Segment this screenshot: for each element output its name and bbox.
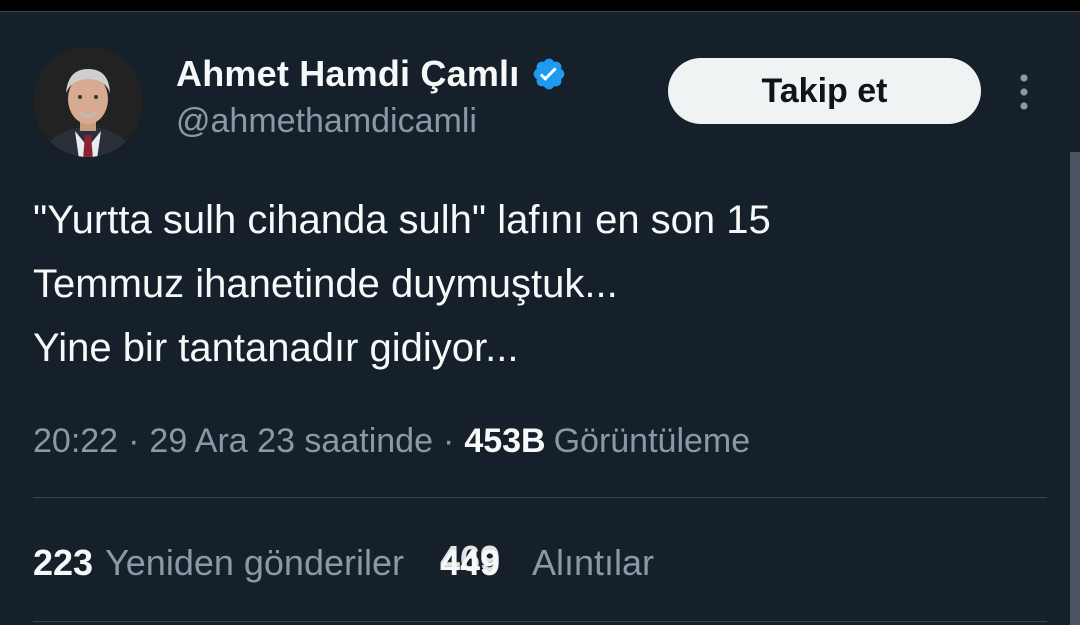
tweet-time[interactable]: 20:22: [33, 422, 118, 461]
reposts-count: 223: [33, 542, 94, 583]
divider: [33, 497, 1047, 498]
follow-button[interactable]: Takip et: [668, 58, 981, 124]
author-handle[interactable]: @ahmethamdicamli: [176, 102, 477, 141]
tweet-line: "Yurtta sulh cihanda sulh" lafını en son…: [33, 198, 771, 242]
reposts-stat[interactable]: 223 Yeniden gönderiler: [33, 542, 404, 584]
author-avatar[interactable]: [33, 47, 143, 157]
engagement-stats: 223 Yeniden gönderiler 469 449 Alıntılar: [33, 536, 654, 590]
bottom-divider: [33, 621, 1047, 622]
tweet-line: Yine bir tantanadır gidiyor...: [33, 326, 519, 370]
tweet-date[interactable]: 29 Ara 23 saatinde: [149, 422, 433, 461]
meta-separator: ·: [442, 421, 455, 460]
author-display-name[interactable]: Ahmet Hamdi Çamlı: [176, 53, 519, 95]
scrollbar[interactable]: [1070, 152, 1080, 625]
more-vertical-icon[interactable]: [1013, 72, 1035, 112]
quotes-label: Alıntılar: [532, 542, 655, 583]
quotes-stat[interactable]: 469 449 Alıntılar: [440, 538, 655, 584]
avatar-photo: [33, 47, 143, 157]
tweet-line: Temmuz ihanetinde duymuştuk...: [33, 262, 618, 306]
meta-separator: ·: [128, 421, 140, 460]
top-strip: [0, 0, 1080, 12]
verified-badge-icon: [531, 56, 567, 92]
views-label: Görüntüleme: [553, 421, 751, 460]
quotes-count: 469 449: [440, 538, 520, 584]
quotes-count-current: 449: [440, 542, 501, 583]
views-count: 453B: [464, 421, 546, 460]
author-header: Ahmet Hamdi Çamlı: [176, 52, 567, 96]
tweet-text: "Yurtta sulh cihanda sulh" lafını en son…: [33, 188, 1043, 380]
reposts-label: Yeniden gönderiler: [105, 542, 404, 583]
tweet-meta: 20:22 · 29 Ara 23 saatinde · 453B Görünt…: [33, 416, 750, 466]
